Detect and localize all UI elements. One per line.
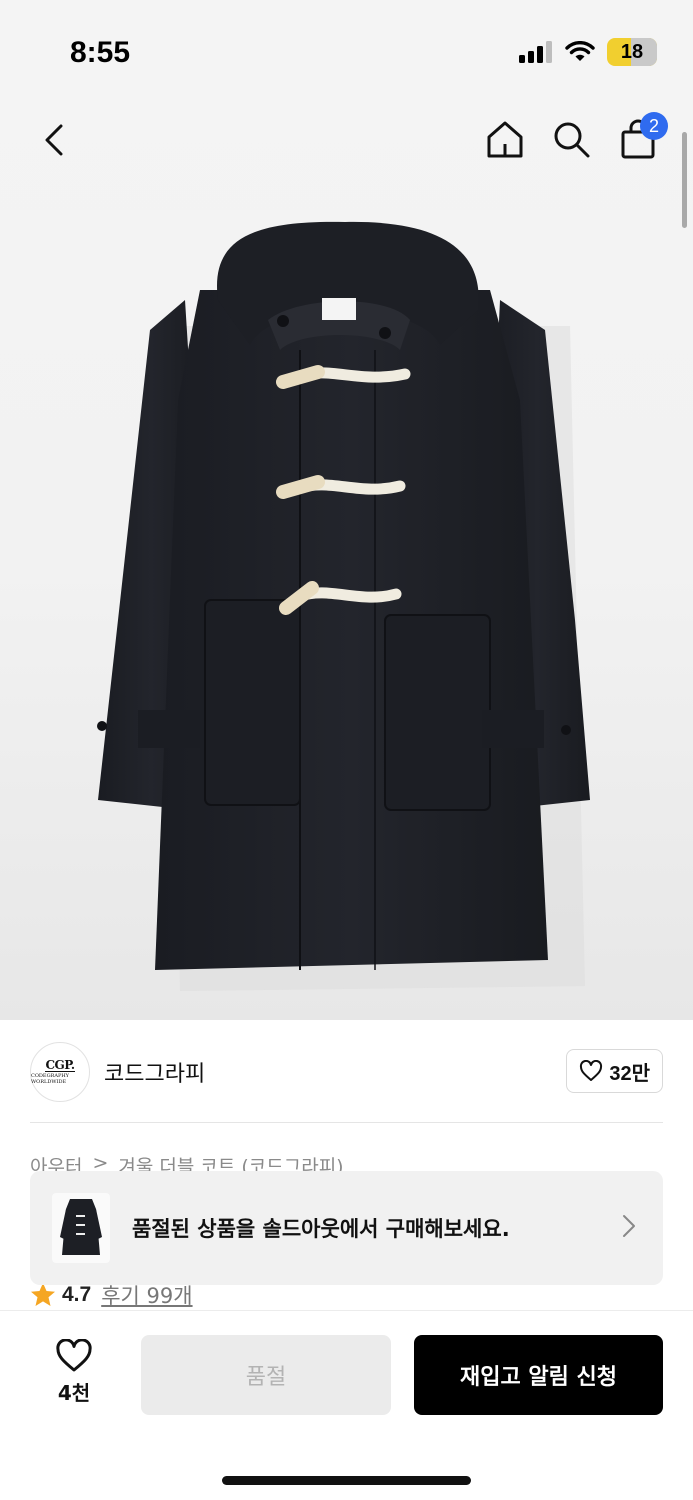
brand-logo[interactable]: CGP. CODEGRAPHY WORLDWIDE [30, 1042, 90, 1102]
restock-alert-button[interactable]: 재입고 알림 신청 [414, 1335, 663, 1415]
brand-like-count: 32만 [609, 1062, 650, 1085]
toast-message: 품절된 상품을 솔드아웃에서 구매해보세요. [132, 1217, 510, 1241]
scroll-indicator [682, 132, 687, 228]
home-indicator [222, 1476, 471, 1485]
back-button[interactable] [30, 115, 76, 165]
brand-like-button[interactable]: 32만 [566, 1049, 663, 1093]
cart-button[interactable]: 2 [614, 112, 668, 162]
brand-logo-subtext: CODEGRAPHY WORLDWIDE [31, 1073, 69, 1085]
status-icons: 18 [519, 38, 657, 66]
soldout-toast[interactable]: 품절된 상품을 솔드아웃에서 구매해보세요. [30, 1171, 663, 1285]
bottom-action-bar: 4천 품절 재입고 알림 신청 [0, 1310, 693, 1500]
heart-outline-icon [56, 1339, 92, 1372]
cart-count-badge: 2 [640, 112, 668, 140]
wifi-icon [565, 41, 595, 61]
toast-thumbnail [52, 1193, 110, 1263]
search-icon [554, 122, 590, 158]
chevron-right-icon [623, 1215, 635, 1237]
battery-icon: 18 [607, 38, 657, 66]
rating-value: 4.7 [62, 1283, 92, 1306]
battery-level: 18 [620, 40, 644, 63]
brand-row[interactable]: CGP. CODEGRAPHY WORLDWIDE 코드그라피 32만 [30, 1040, 663, 1104]
coat-thumbnail-icon [60, 1199, 102, 1255]
brand-logo-text: CGP. [45, 1058, 75, 1072]
soldout-button: 품절 [141, 1335, 391, 1415]
heart-outline-icon [580, 1060, 603, 1081]
search-button[interactable] [548, 116, 594, 162]
home-icon [487, 121, 523, 158]
home-button[interactable] [482, 116, 528, 162]
wishlist-count: 4천 [57, 1381, 91, 1405]
chevron-left-icon [45, 124, 63, 156]
status-time: 8:55 [70, 36, 131, 69]
toggle-2 [276, 475, 406, 499]
brand-name[interactable]: 코드그라피 [104, 1056, 205, 1088]
duffle-coat-image [97, 221, 590, 991]
cellular-signal-icon [519, 41, 552, 63]
wishlist-button[interactable]: 4천 [40, 1339, 108, 1413]
divider [30, 1122, 663, 1123]
star-icon [31, 1283, 55, 1306]
status-bar: 8:55 18 [0, 0, 693, 100]
